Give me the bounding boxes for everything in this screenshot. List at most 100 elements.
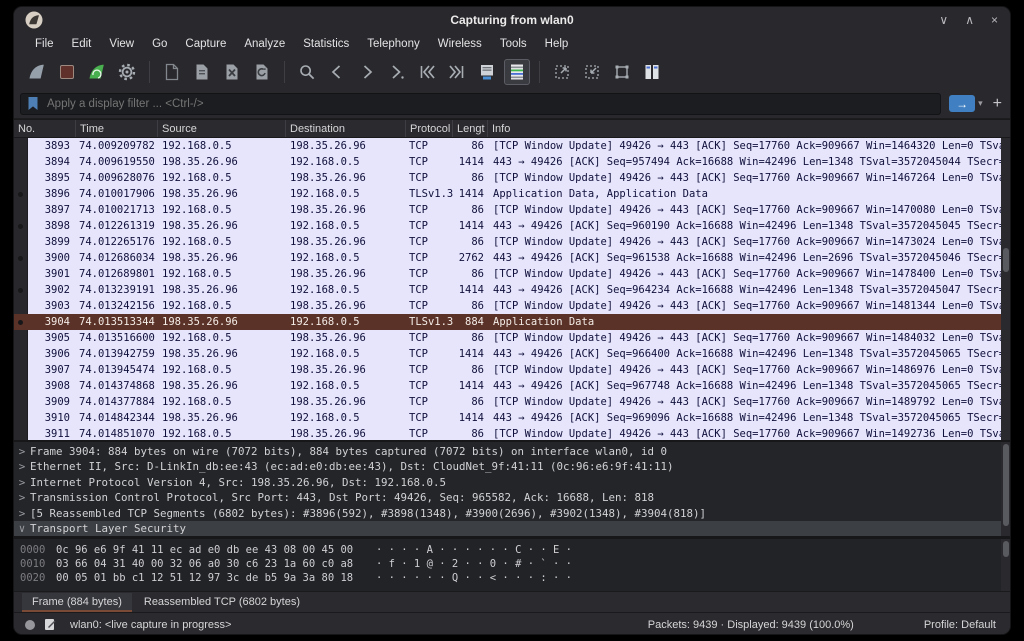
column-header-protocol[interactable]: Protocol xyxy=(406,120,453,137)
packet-row[interactable]: 3910 74.014842344 198.35.26.96 192.168.0.5 T… xyxy=(14,410,1010,426)
go-back-button[interactable] xyxy=(324,59,350,85)
column-header-time[interactable]: Time xyxy=(76,120,158,137)
zoom-in-button[interactable] xyxy=(549,59,575,85)
stop-capture-button[interactable] xyxy=(54,59,80,85)
menu-item-telephony[interactable]: Telephony xyxy=(358,36,428,52)
capture-status-text: wlan0: <live capture in progress> xyxy=(70,618,232,631)
reload-file-button[interactable] xyxy=(249,59,275,85)
tab-frame-bytes[interactable]: Frame (884 bytes) xyxy=(22,593,132,612)
packet-row[interactable]: 3898 74.012261319 198.35.26.96 192.168.0.5 T… xyxy=(14,218,1010,234)
expand-chevron-icon[interactable]: > xyxy=(14,459,30,474)
packet-row[interactable]: 3902 74.013239191 198.35.26.96 192.168.0.5 T… xyxy=(14,282,1010,298)
wireshark-logo-icon xyxy=(24,10,44,30)
packet-row[interactable]: 3903 74.013242156 192.168.0.5 198.35.26.96 T… xyxy=(14,298,1010,314)
zoom-out-button[interactable] xyxy=(579,59,605,85)
bytes-scrollbar[interactable] xyxy=(1001,539,1010,591)
packet-row[interactable]: 3901 74.012689801 192.168.0.5 198.35.26.96 T… xyxy=(14,266,1010,282)
menu-item-capture[interactable]: Capture xyxy=(176,36,235,52)
open-file-button[interactable] xyxy=(159,59,185,85)
find-packet-button[interactable] xyxy=(294,59,320,85)
add-filter-button[interactable]: + xyxy=(993,95,1002,112)
hex-offset: 0020 xyxy=(20,572,46,584)
bookmark-icon[interactable] xyxy=(27,96,39,111)
menu-item-analyze[interactable]: Analyze xyxy=(235,36,294,52)
menu-item-view[interactable]: View xyxy=(100,36,143,52)
packet-row[interactable]: 3909 74.014377884 192.168.0.5 198.35.26.96 T… xyxy=(14,394,1010,410)
packet-row[interactable]: 3899 74.012265176 192.168.0.5 198.35.26.96 T… xyxy=(14,234,1010,250)
go-last-button[interactable] xyxy=(444,59,470,85)
profile-text[interactable]: Profile: Default xyxy=(924,619,996,631)
packet-list-scrollbar[interactable] xyxy=(1001,138,1010,440)
packet-row[interactable]: 3908 74.014374868 198.35.26.96 192.168.0.5 T… xyxy=(14,378,1010,394)
filter-dropdown-caret-icon[interactable]: ▾ xyxy=(978,98,983,109)
detail-row[interactable]: > [5 Reassembled TCP Segments (6802 bytes… xyxy=(14,506,1010,521)
packet-time: 74.014377884 xyxy=(79,396,155,408)
packet-row[interactable]: 3906 74.013942759 198.35.26.96 192.168.0.5 T… xyxy=(14,346,1010,362)
auto-scroll-button[interactable] xyxy=(474,59,500,85)
column-header-no[interactable]: No. xyxy=(14,120,76,137)
hex-row[interactable]: 0010 03 66 04 31 40 00 32 06 a0 30 c6 23 … xyxy=(14,557,1010,571)
packet-row[interactable]: 3896 74.010017906 198.35.26.96 192.168.0.5 T… xyxy=(14,186,1010,202)
details-scrollbar-thumb[interactable] xyxy=(1002,444,1009,526)
packet-row[interactable]: 3911 74.014851070 192.168.0.5 198.35.26.96 T… xyxy=(14,426,1010,440)
menu-item-help[interactable]: Help xyxy=(536,36,578,52)
detail-row[interactable]: > Ethernet II, Src: D-LinkIn_db:ee:43 (ec… xyxy=(14,459,1010,474)
packet-row[interactable]: 3895 74.009628076 192.168.0.5 198.35.26.96 T… xyxy=(14,170,1010,186)
menu-item-file[interactable]: File xyxy=(26,36,63,52)
expand-chevron-icon[interactable]: > xyxy=(14,475,30,490)
detail-row[interactable]: > Transmission Control Protocol, Src Port… xyxy=(14,490,1010,505)
maximize-button[interactable]: ∧ xyxy=(965,13,974,27)
detail-row[interactable]: > Frame 3904: 884 bytes on wire (7072 bit… xyxy=(14,444,1010,459)
related-packet-gutter xyxy=(14,250,28,266)
capture-comment-icon[interactable] xyxy=(44,618,56,631)
details-scrollbar[interactable] xyxy=(1001,442,1010,536)
packet-row[interactable]: 3904 74.013513344 198.35.26.96 192.168.0.5 T… xyxy=(14,314,1010,330)
expand-chevron-icon[interactable]: ∨ xyxy=(14,521,30,536)
packet-row[interactable]: 3900 74.012686034 198.35.26.96 192.168.0.5 T… xyxy=(14,250,1010,266)
column-header-destination[interactable]: Destination xyxy=(286,120,406,137)
tab-reassembled-tcp[interactable]: Reassembled TCP (6802 bytes) xyxy=(134,593,310,612)
packet-list-scrollbar-thumb[interactable] xyxy=(1002,248,1009,272)
packet-row[interactable]: 3893 74.009209782 192.168.0.5 198.35.26.96 T… xyxy=(14,138,1010,154)
packet-row[interactable]: 3905 74.013516600 192.168.0.5 198.35.26.96 T… xyxy=(14,330,1010,346)
menu-item-go[interactable]: Go xyxy=(143,36,176,52)
menu-item-tools[interactable]: Tools xyxy=(491,36,536,52)
title-bar[interactable]: Capturing from wlan0 ∨ ∧ × xyxy=(14,7,1010,33)
menu-item-edit[interactable]: Edit xyxy=(63,36,101,52)
save-file-button[interactable] xyxy=(189,59,215,85)
expert-info-icon[interactable] xyxy=(24,619,36,631)
packet-row[interactable]: 3897 74.010021713 192.168.0.5 198.35.26.96 T… xyxy=(14,202,1010,218)
display-filter-field[interactable] xyxy=(20,92,942,115)
column-header-info[interactable]: Info xyxy=(488,120,1010,137)
column-header-lengt[interactable]: Lengt xyxy=(453,120,488,137)
hex-row[interactable]: 0000 0c 96 e6 9f 41 11 ec ad e0 db ee 43 … xyxy=(14,543,1010,557)
colorize-packets-button[interactable] xyxy=(504,59,530,85)
column-header-source[interactable]: Source xyxy=(158,120,286,137)
resize-columns-button[interactable] xyxy=(639,59,665,85)
expand-chevron-icon[interactable]: > xyxy=(14,444,30,459)
packet-row[interactable]: 3894 74.009619550 198.35.26.96 192.168.0.5 T… xyxy=(14,154,1010,170)
close-file-button[interactable] xyxy=(219,59,245,85)
go-forward-button[interactable] xyxy=(354,59,380,85)
packet-row[interactable]: 3907 74.013945474 192.168.0.5 198.35.26.96 T… xyxy=(14,362,1010,378)
start-capture-button[interactable] xyxy=(24,59,50,85)
close-button[interactable]: × xyxy=(991,13,998,27)
go-to-packet-button[interactable] xyxy=(384,59,410,85)
menu-item-wireless[interactable]: Wireless xyxy=(429,36,491,52)
capture-options-button[interactable] xyxy=(114,59,140,85)
display-filter-input[interactable] xyxy=(45,96,935,111)
normal-size-button[interactable] xyxy=(609,59,635,85)
related-packet-gutter xyxy=(14,218,28,234)
packet-length: 1414 xyxy=(458,348,484,360)
detail-row[interactable]: > Internet Protocol Version 4, Src: 198.3… xyxy=(14,475,1010,490)
bytes-scrollbar-thumb[interactable] xyxy=(1002,541,1009,557)
restart-capture-button[interactable] xyxy=(84,59,110,85)
go-first-button[interactable] xyxy=(414,59,440,85)
minimize-button[interactable]: ∨ xyxy=(939,13,948,27)
detail-row[interactable]: ∨ Transport Layer Security xyxy=(14,520,1010,536)
menu-item-statistics[interactable]: Statistics xyxy=(294,36,358,52)
hex-row[interactable]: 0020 00 05 01 bb c1 12 51 12 97 3c de b5 … xyxy=(14,571,1010,585)
expand-chevron-icon[interactable]: > xyxy=(14,490,30,505)
expand-chevron-icon[interactable]: > xyxy=(14,506,30,521)
apply-filter-button[interactable]: → xyxy=(949,95,976,112)
